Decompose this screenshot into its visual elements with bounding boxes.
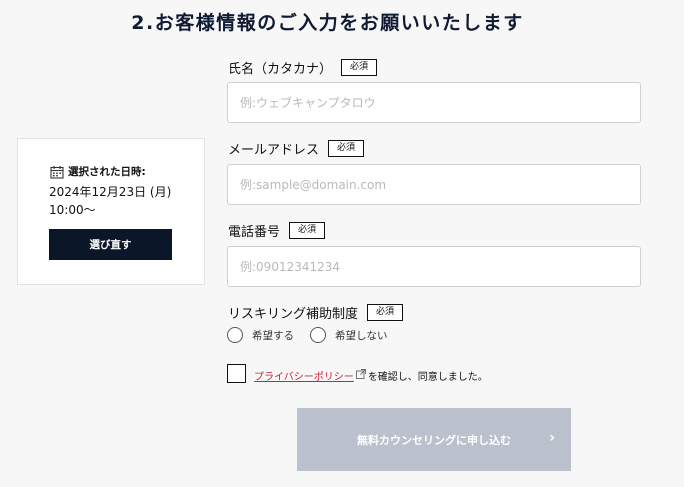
slot-label: 選択された日時: <box>68 166 146 178</box>
email-input[interactable] <box>227 164 641 205</box>
required-badge: 必須 <box>367 304 404 321</box>
email-label: メールアドレス <box>228 143 320 158</box>
required-badge: 必須 <box>341 59 378 76</box>
reselect-button[interactable]: 選び直す <box>49 229 172 260</box>
reskilling-option-yes[interactable]: 希望する <box>227 327 294 343</box>
section-title: 2.お客様情報のご入力をお願いいたします <box>131 12 524 34</box>
consent-suffix: を確認し、同意しました。 <box>367 372 488 383</box>
chevron-right-icon: › <box>549 430 555 446</box>
consent-text: プライバシーポリシー を確認し、同意しました。 <box>254 368 488 383</box>
privacy-consent-checkbox[interactable] <box>227 364 246 383</box>
reskilling-option-label: 希望しない <box>335 329 388 342</box>
kana-field-label: 氏名（カタカナ） 必須 <box>228 58 378 77</box>
radio-button[interactable] <box>310 327 326 343</box>
slot-date: 2024年12月23日 (月) <box>49 185 172 199</box>
email-field-label: メールアドレス 必須 <box>228 139 365 158</box>
slot-time: 10:00〜 <box>49 203 96 217</box>
slot-header: 選択された日時: <box>50 164 146 179</box>
reskilling-label: リスキリング補助制度 <box>228 307 359 322</box>
kana-name-input[interactable] <box>227 82 641 123</box>
required-badge: 必須 <box>289 222 326 239</box>
calendar-icon <box>50 165 64 179</box>
selected-slot-card: 選択された日時: 2024年12月23日 (月) 10:00〜 選び直す <box>17 138 205 285</box>
phone-field-label: 電話番号 必須 <box>228 221 326 240</box>
reskilling-option-no[interactable]: 希望しない <box>310 327 388 343</box>
required-badge: 必須 <box>328 140 365 157</box>
submit-label: 無料カウンセリングに申し込む <box>357 433 511 447</box>
kana-label: 氏名（カタカナ） <box>228 62 333 77</box>
reskilling-field-label: リスキリング補助制度 必須 <box>228 303 404 322</box>
radio-button[interactable] <box>227 327 243 343</box>
reskilling-option-label: 希望する <box>252 329 294 342</box>
privacy-policy-link[interactable]: プライバシーポリシー <box>254 368 354 383</box>
phone-input[interactable] <box>227 246 641 287</box>
submit-counseling-button[interactable]: 無料カウンセリングに申し込む › <box>297 408 571 471</box>
external-link-icon <box>355 369 366 382</box>
phone-label: 電話番号 <box>228 225 281 240</box>
